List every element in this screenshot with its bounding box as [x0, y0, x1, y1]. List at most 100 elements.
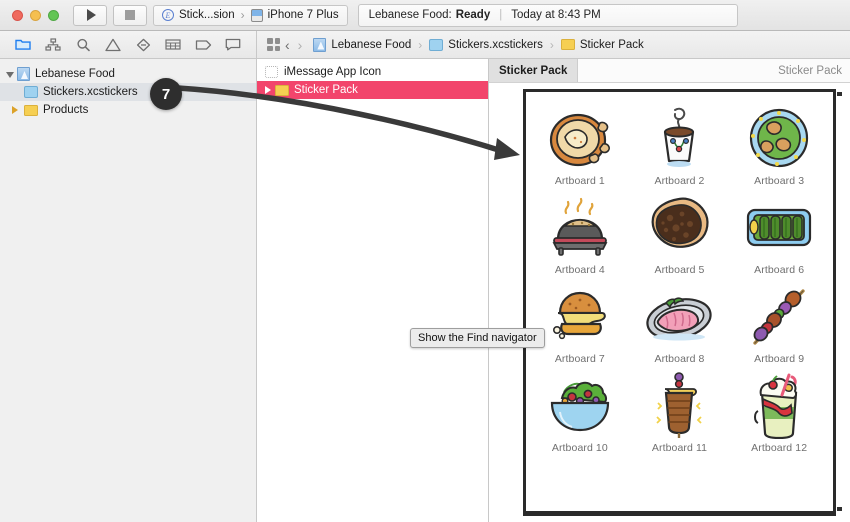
breadcrumb-label: Lebanese Food — [331, 38, 412, 51]
sticker-label: Artboard 12 — [751, 442, 808, 454]
warning-icon[interactable] — [104, 37, 122, 53]
sticker-cell[interactable]: Artboard 12 — [729, 369, 829, 454]
breadcrumb-label: Stickers.xcstickers — [448, 38, 543, 51]
breadcrumb-item-stickers[interactable]: Stickers.xcstickers — [429, 38, 543, 51]
status-time-label: Today at 8:43 PM — [511, 9, 601, 21]
chevron-down-icon[interactable] — [6, 72, 14, 78]
sticker-label: Artboard 9 — [754, 353, 805, 365]
sticker-label: Artboard 2 — [654, 175, 705, 187]
status-project-label: Lebanese Food: — [368, 9, 452, 21]
sticker-label: Artboard 8 — [654, 353, 705, 365]
assets-icon — [24, 86, 38, 98]
fatayer-platter-icon — [743, 102, 815, 174]
sticker-label: Artboard 11 — [651, 442, 708, 454]
sticker-cell[interactable]: Artboard 6 — [729, 191, 829, 276]
asset-list: iMessage App Icon Sticker Pack — [257, 59, 488, 99]
minimize-icon[interactable] — [30, 9, 41, 21]
sticker-label: Artboard 4 — [554, 264, 605, 276]
sticker-cell[interactable]: Artboard 8 — [630, 280, 730, 365]
kebab-skewer-icon — [743, 280, 815, 352]
xcode-window: E Stick...sion › iPhone 7 Plus Lebanese … — [0, 0, 850, 522]
sticker-label: Artboard 6 — [754, 264, 805, 276]
sticker-cell[interactable]: Artboard 10 — [530, 369, 630, 454]
sticker-cell[interactable]: Artboard 7 — [530, 280, 630, 365]
folder-icon[interactable] — [14, 37, 32, 53]
breadcrumb-item-sticker-pack[interactable]: Sticker Pack — [560, 39, 644, 51]
sticker-cell[interactable]: Artboard 2 — [630, 102, 730, 187]
editor-header: Sticker Pack Sticker Pack — [489, 59, 850, 83]
tab-sticker-pack[interactable]: Sticker Pack — [489, 59, 579, 82]
asset-list-pane: iMessage App Icon Sticker Pack — [257, 31, 489, 522]
list-item-sticker-pack[interactable]: Sticker Pack — [257, 81, 488, 99]
sticker-pack-frame: Artboard 1 Artboard 2 Artboard 3 Artboar… — [523, 89, 842, 516]
chevron-right-icon[interactable] — [265, 86, 271, 94]
back-button[interactable]: ‹ — [282, 37, 293, 53]
scheme-destination-label: iPhone 7 Plus — [267, 9, 339, 21]
scheme-target-label: Stick...sion — [179, 9, 235, 21]
navigator-toolbar — [0, 31, 256, 59]
close-icon[interactable] — [12, 9, 23, 21]
stop-icon — [125, 10, 135, 20]
sticker-cell[interactable]: Artboard 4 — [530, 191, 630, 276]
tree-row-products[interactable]: Products — [0, 101, 256, 119]
list-item-label: Sticker Pack — [294, 84, 358, 96]
assets-icon — [429, 38, 444, 51]
run-button[interactable] — [73, 4, 107, 26]
stop-button[interactable] — [113, 4, 147, 26]
sticker-label: Artboard 7 — [554, 353, 605, 365]
sticker-cell[interactable]: Artboard 3 — [729, 102, 829, 187]
project-icon — [313, 37, 327, 52]
zoom-icon[interactable] — [48, 9, 59, 21]
scheme-separator-icon: › — [240, 8, 245, 22]
forward-button[interactable]: › — [295, 37, 306, 53]
fish-plate-icon — [643, 280, 715, 352]
status-divider: | — [499, 9, 503, 21]
coffee-cup-icon — [643, 102, 715, 174]
fattoush-salad-icon — [544, 369, 616, 441]
tree-row-project[interactable]: Lebanese Food — [0, 65, 256, 83]
navigator-tree: Lebanese Food Stickers.xcstickers Produc… — [0, 59, 256, 522]
tree-row-stickers[interactable]: Stickers.xcstickers — [0, 83, 256, 101]
breadcrumb: ‹ › Lebanese Food › Stickers.xcstickers … — [257, 31, 850, 59]
search-icon[interactable] — [74, 37, 92, 53]
sticker-cell[interactable]: Artboard 1 — [530, 102, 630, 187]
sticker-label: Artboard 1 — [554, 175, 605, 187]
tooltip: Show the Find navigator — [410, 328, 545, 348]
device-icon — [250, 8, 263, 22]
status-bar: Lebanese Food: Ready | Today at 8:43 PM — [357, 3, 738, 27]
status-state-label: Ready — [455, 9, 491, 21]
tag-icon[interactable] — [194, 37, 212, 53]
scrollbar-bottom-mark[interactable] — [837, 507, 842, 511]
sticker-cell[interactable]: Artboard 5 — [630, 191, 730, 276]
play-icon — [86, 9, 96, 21]
main-split: Lebanese Food Stickers.xcstickers Produc… — [0, 31, 850, 522]
sticker-label: Artboard 3 — [754, 175, 805, 187]
scheme-icon: E — [162, 9, 174, 21]
hierarchy-icon[interactable] — [44, 37, 62, 53]
tree-label-project: Lebanese Food — [35, 68, 115, 80]
scrollbar-top-mark[interactable] — [837, 92, 842, 96]
scheme-selector[interactable]: E Stick...sion › iPhone 7 Plus — [153, 4, 348, 26]
saj-oven-icon — [544, 191, 616, 263]
breadcrumb-separator: › — [418, 37, 423, 52]
breadcrumb-item-project[interactable]: Lebanese Food — [313, 37, 412, 52]
debug-icon[interactable] — [134, 37, 152, 53]
editor-title-label: Sticker Pack — [778, 64, 842, 77]
sticker-label: Artboard 5 — [654, 264, 705, 276]
grid-icon[interactable] — [267, 38, 280, 51]
dessert-cup-icon — [743, 369, 815, 441]
project-icon — [17, 67, 30, 81]
editor-pane: ‹ › Lebanese Food › Stickers.xcstickers … — [257, 31, 850, 522]
falafel-sandwich-icon — [544, 280, 616, 352]
report-icon[interactable] — [224, 37, 242, 53]
sticker-canvas-wrap: Artboard 1 Artboard 2 Artboard 3 Artboar… — [489, 83, 850, 522]
traffic-lights — [12, 9, 59, 21]
list-item-imessage-app-icon[interactable]: iMessage App Icon — [257, 63, 488, 81]
folder-icon — [275, 84, 289, 96]
breakpoint-icon[interactable] — [164, 37, 182, 53]
sticker-label: Artboard 10 — [551, 442, 608, 454]
chevron-right-icon[interactable] — [12, 106, 18, 114]
sticker-cell[interactable]: Artboard 9 — [729, 280, 829, 365]
sticker-cell[interactable]: Artboard 11 — [630, 369, 730, 454]
